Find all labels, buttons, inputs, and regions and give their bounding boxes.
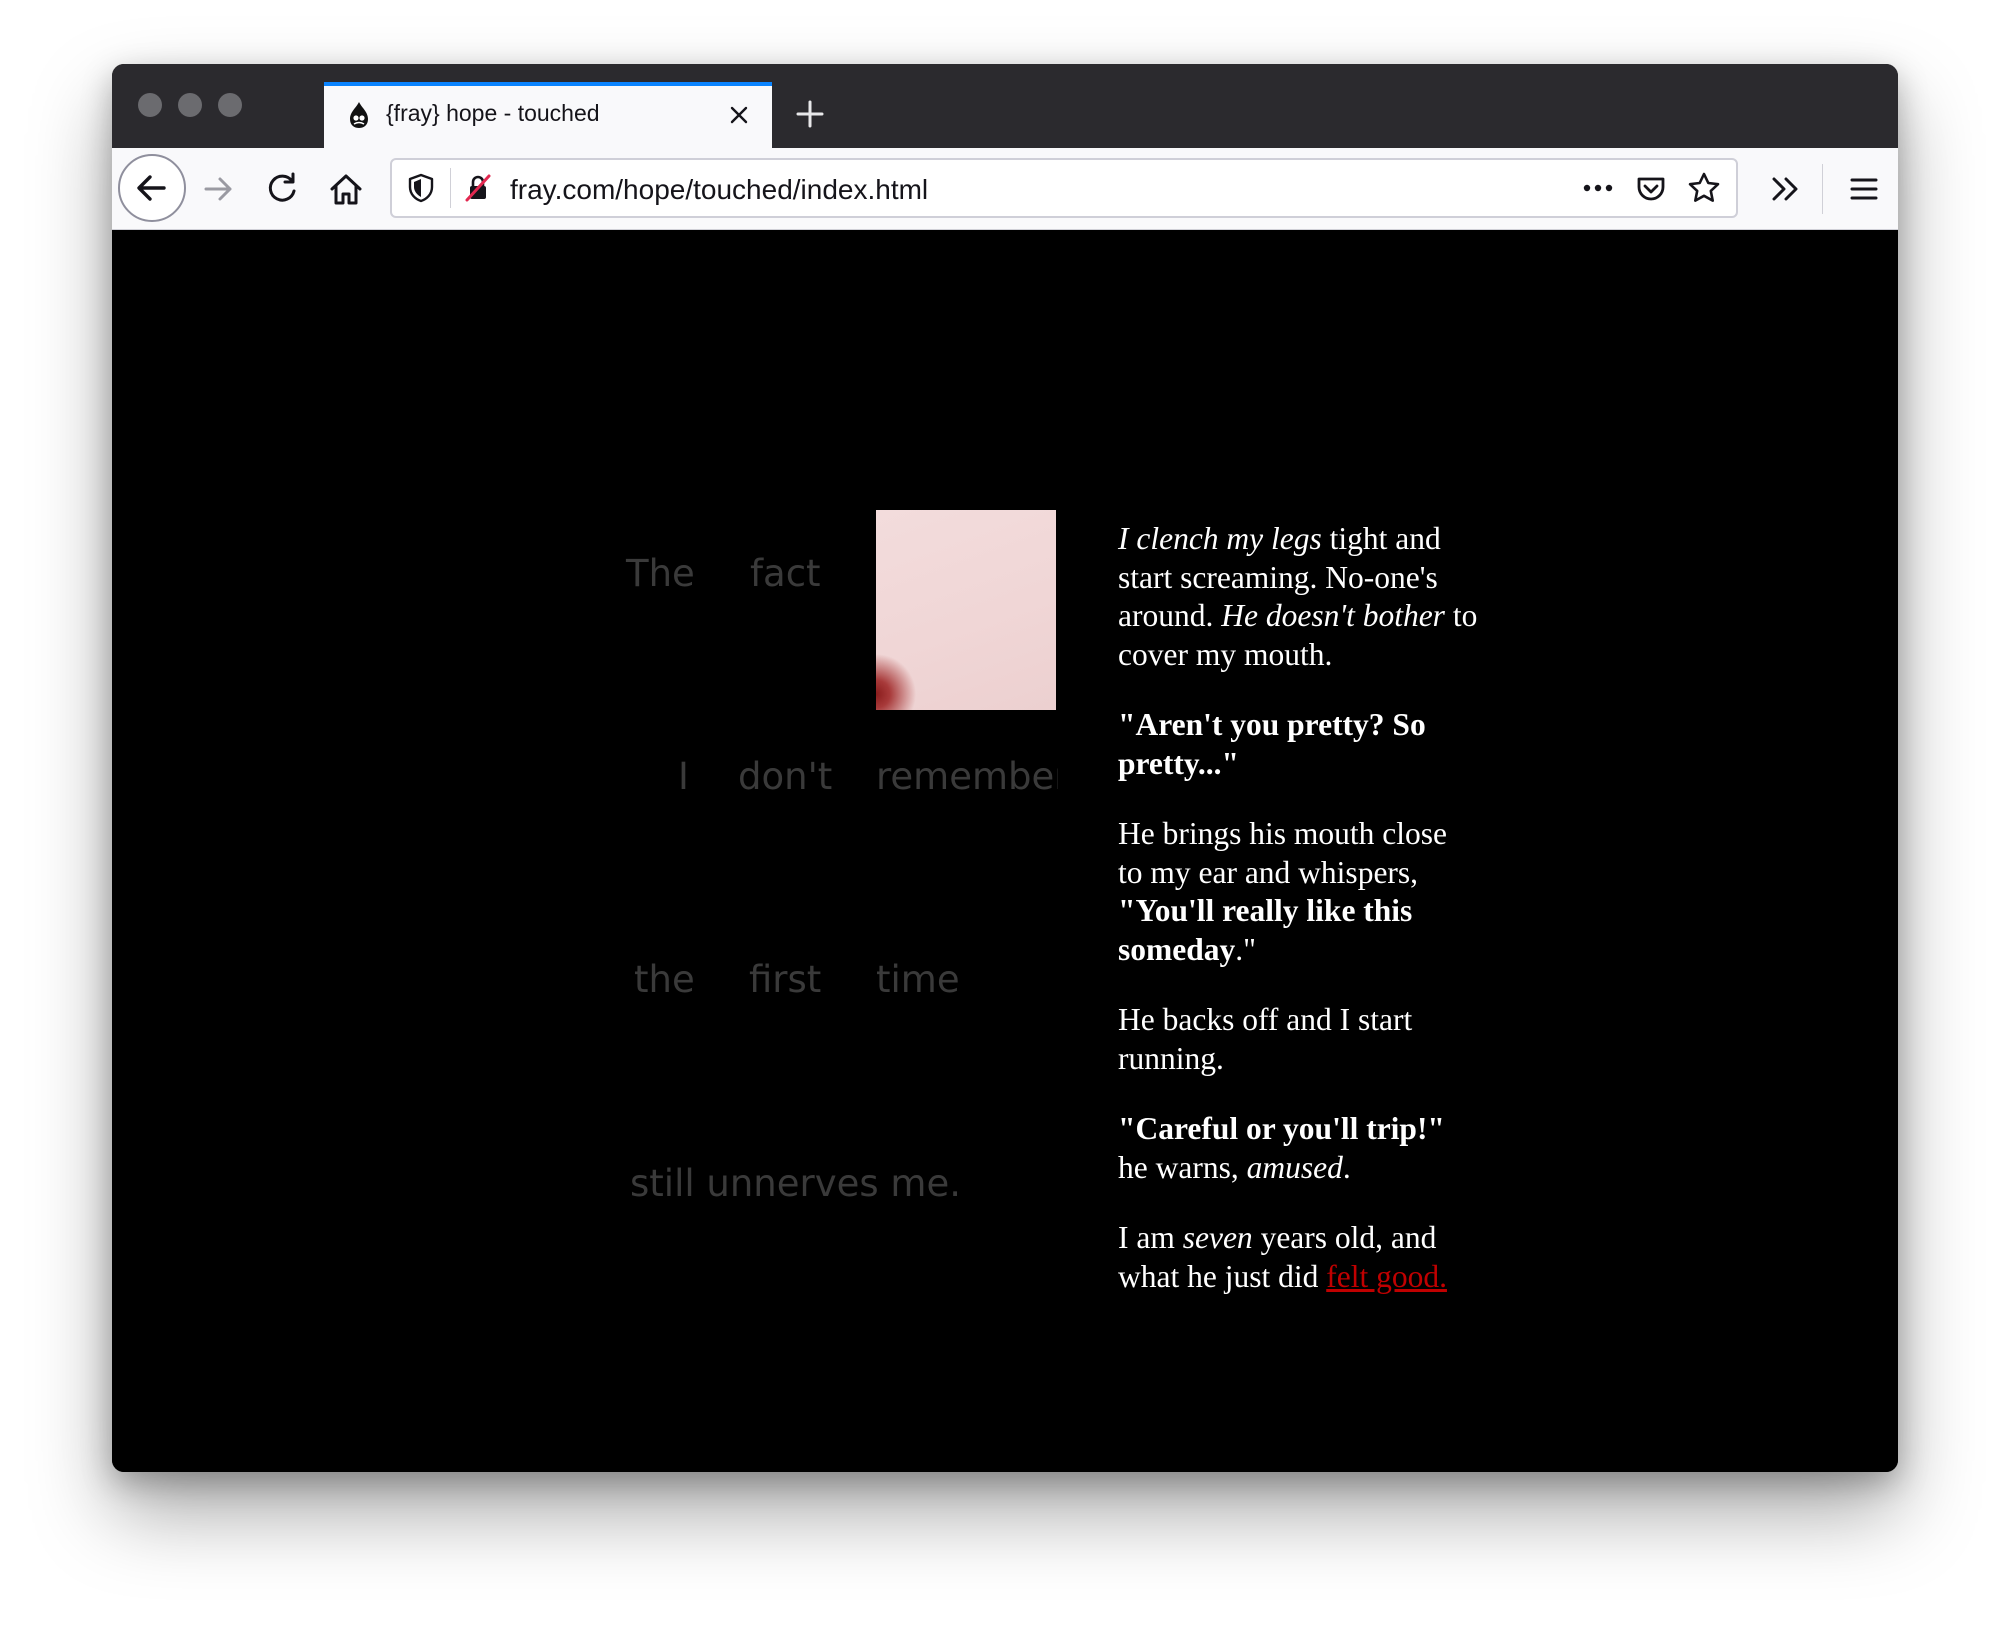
new-tab-icon[interactable] (790, 94, 830, 134)
address-bar[interactable]: fray.com/hope/touched/index.html (390, 158, 1738, 218)
nav-toolbar: fray.com/hope/touched/index.html (112, 148, 1898, 230)
grey-word: don't (738, 755, 833, 798)
reload-icon[interactable] (260, 167, 304, 211)
grey-word: the (634, 958, 695, 1001)
minimize-window-button[interactable] (178, 93, 202, 117)
page-content: The fact I don't remember the first time… (112, 230, 1898, 1472)
fray-favicon-icon (350, 102, 368, 128)
grey-word: The (626, 552, 695, 595)
grey-word-clip: remember (876, 750, 1058, 810)
toolbar-divider (1822, 164, 1823, 214)
hamburger-menu-icon[interactable] (1842, 167, 1886, 211)
grey-text-line: still unnerves me. (630, 1162, 961, 1205)
emphasis-text: He doesn't bother (1221, 598, 1445, 633)
grey-word: remember (876, 755, 1058, 798)
story-paragraph: "Careful or you'll trip!" he warns, amus… (1118, 1110, 1478, 1187)
emphasis-text: I clench my legs (1118, 521, 1322, 556)
image-tile (876, 510, 1056, 710)
body-text: He brings his mouth close to my ear and … (1118, 816, 1447, 890)
shield-icon[interactable] (406, 172, 436, 204)
emphasis-text: amused (1246, 1149, 1343, 1185)
more-actions-icon[interactable] (1580, 174, 1616, 202)
story-paragraph: He brings his mouth close to my ear and … (1118, 815, 1478, 969)
zoom-window-button[interactable] (218, 93, 242, 117)
body-text: ." (1235, 931, 1256, 967)
close-window-button[interactable] (138, 93, 162, 117)
grey-word: time (876, 958, 960, 1001)
emphasis-text: seven (1182, 1220, 1253, 1255)
story-paragraph: He backs off and I start running. (1118, 1001, 1478, 1078)
story-paragraph: "Aren't you pretty? So pretty..." (1118, 706, 1478, 783)
bold-text: "Aren't you pretty? So pretty..." (1118, 707, 1426, 781)
url-text: fray.com/hope/touched/index.html (510, 174, 929, 205)
title-bar: {fray} hope - touched (112, 64, 1898, 148)
tab-title: {fray} hope - touched (386, 100, 600, 126)
bookmark-star-icon[interactable] (1686, 170, 1722, 206)
felt-good-link[interactable]: felt good. (1326, 1259, 1447, 1294)
grey-word: fact (750, 552, 821, 595)
grey-word: first (749, 958, 822, 1001)
home-icon[interactable] (324, 167, 368, 211)
story-paragraph: I clench my legs tight and start screami… (1118, 520, 1478, 674)
browser-window: {fray} hope - touched fray.com/hope/touc… (112, 64, 1898, 1472)
forward-arrow-icon[interactable] (196, 167, 240, 211)
body-text: he warns, (1118, 1149, 1247, 1185)
back-button[interactable] (118, 154, 186, 222)
story-text: I clench my legs tight and start screami… (1118, 520, 1478, 1328)
urlbar-divider (450, 168, 451, 208)
pocket-icon[interactable] (1634, 172, 1668, 206)
back-arrow-icon (137, 175, 166, 201)
body-text: He backs off and I start running. (1118, 1002, 1413, 1076)
grey-word: I (678, 755, 689, 798)
bold-text: "You'll really like this someday (1118, 893, 1413, 967)
overflow-chevron-icon[interactable] (1764, 167, 1808, 211)
body-text: . (1342, 1149, 1351, 1185)
body-text: I am (1118, 1220, 1183, 1255)
bold-text: "Careful or you'll trip!" (1118, 1111, 1445, 1146)
browser-tab[interactable]: {fray} hope - touched (324, 82, 772, 148)
insecure-lock-icon[interactable] (462, 172, 494, 204)
story-paragraph: I am seven years old, and what he just d… (1118, 1219, 1478, 1296)
close-tab-icon[interactable] (724, 100, 754, 130)
